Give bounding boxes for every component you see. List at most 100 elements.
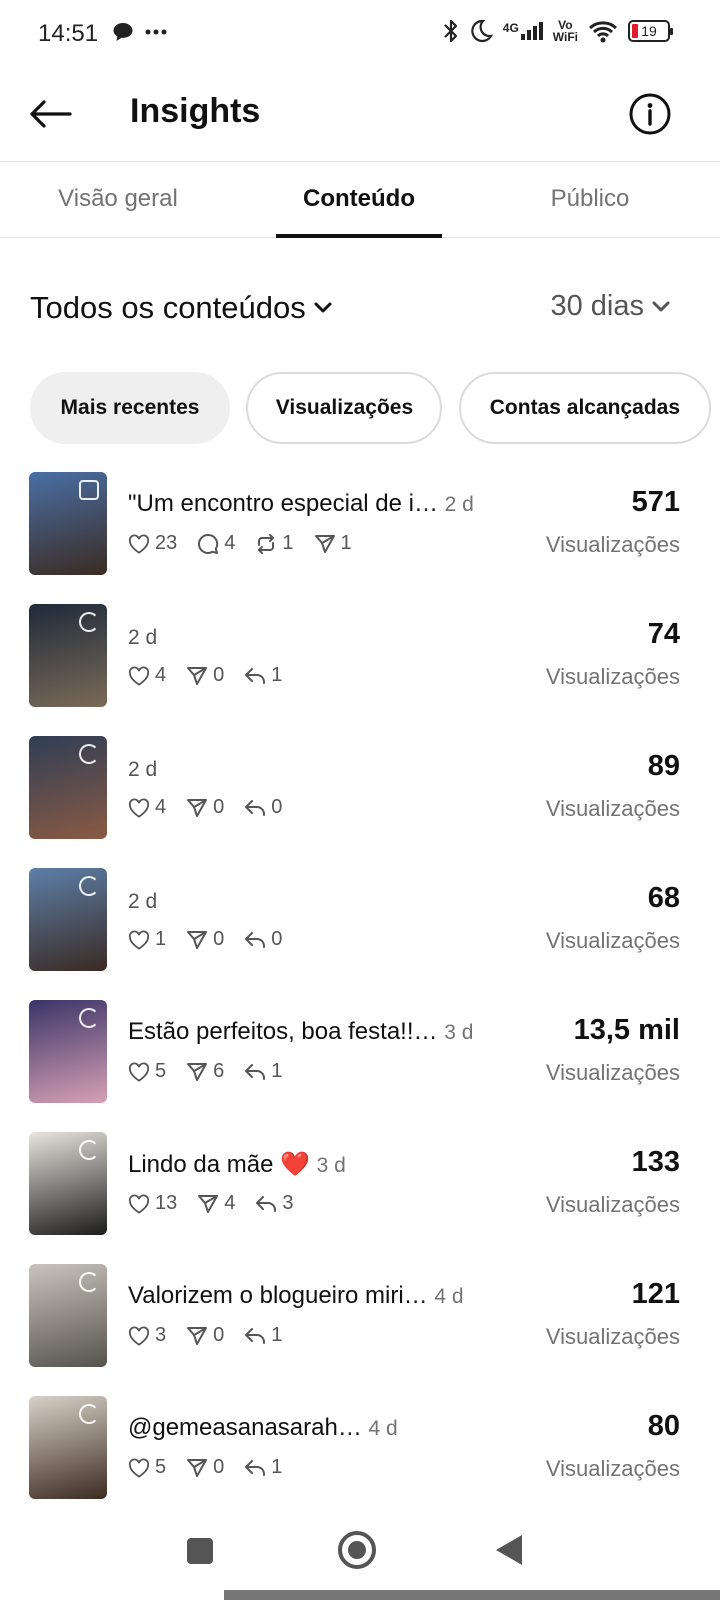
story-ring-icon xyxy=(79,612,99,632)
reply-value: 1 xyxy=(271,664,283,686)
tab-visao-geral[interactable]: Visão geral xyxy=(50,185,186,213)
comment-value: 4 xyxy=(224,532,236,554)
reply-icon xyxy=(245,667,266,684)
heart-value: 5 xyxy=(155,1456,167,1478)
heart-count: 13 xyxy=(128,1192,177,1215)
heart-value: 4 xyxy=(155,664,167,686)
repost-icon xyxy=(258,533,275,554)
comment-icon xyxy=(198,533,219,554)
info-button[interactable] xyxy=(628,92,672,136)
filter-row: Todos os conteúdos 30 dias xyxy=(0,290,720,330)
status-bar: 14:51 4G Vo WiFi 19 xyxy=(0,0,720,66)
signal-icon: 4G xyxy=(503,22,543,40)
post-caption: "Um encontro especial de i… 2 d xyxy=(128,490,474,518)
content-type-dropdown[interactable]: Todos os conteúdos xyxy=(30,290,332,326)
chat-bubble-icon xyxy=(113,23,133,41)
share-icon xyxy=(187,1458,208,1477)
system-back-button[interactable] xyxy=(496,1535,522,1565)
post-age: 2 d xyxy=(128,890,158,913)
post-thumbnail[interactable] xyxy=(29,1132,107,1235)
chevron-down-icon xyxy=(652,301,670,311)
reply-count: 0 xyxy=(244,928,282,951)
share-value: 6 xyxy=(213,1060,225,1082)
share-count: 0 xyxy=(186,796,224,819)
reply-icon xyxy=(245,799,266,816)
post-stats: 4 0 0 xyxy=(128,796,282,819)
content-row[interactable]: 2 d 1 0 0 68 Visualizações xyxy=(0,866,720,998)
post-thumbnail[interactable] xyxy=(29,1396,107,1499)
recent-apps-button[interactable] xyxy=(187,1538,213,1564)
moon-icon xyxy=(471,19,493,43)
content-row[interactable]: 2 d 4 0 1 74 Visualizações xyxy=(0,602,720,734)
story-ring-icon xyxy=(79,1008,99,1028)
post-caption: Valorizem o blogueiro miri… 4 d xyxy=(128,1282,464,1310)
chip-contas-alcancadas[interactable]: Contas alcançadas xyxy=(458,372,711,444)
post-age: 3 d xyxy=(316,1154,346,1177)
post-stats: 4 0 1 xyxy=(128,664,282,687)
post-age: 2 d xyxy=(128,758,158,781)
post-thumbnail[interactable] xyxy=(29,736,107,839)
heart-value: 3 xyxy=(155,1324,167,1346)
post-thumbnail[interactable] xyxy=(29,472,107,575)
content-row[interactable]: Valorizem o blogueiro miri… 4 d 3 0 1 121 Vis… xyxy=(0,1262,720,1394)
post-thumbnail[interactable] xyxy=(29,1264,107,1367)
heart-icon xyxy=(128,797,150,818)
post-age: 2 d xyxy=(444,493,474,516)
post-thumbnail[interactable] xyxy=(29,868,107,971)
post-stats: 5 6 1 xyxy=(128,1060,282,1083)
content-row[interactable]: "Um encontro especial de i… 2 d 23 4 1 1 571 V… xyxy=(0,470,720,602)
share-icon xyxy=(187,1062,208,1081)
heart-icon xyxy=(128,1193,150,1214)
share-count: 4 xyxy=(197,1192,235,1215)
views-label: Visualizações xyxy=(545,1192,680,1217)
chip-visualizacoes[interactable]: Visualizações xyxy=(246,372,443,444)
reply-value: 1 xyxy=(271,1456,283,1478)
post-caption: @gemeasanasarah… 4 d xyxy=(128,1414,398,1442)
content-row[interactable]: 2 d 4 0 0 89 Visualizações xyxy=(0,734,720,866)
heart-icon xyxy=(128,533,150,554)
heart-value: 4 xyxy=(155,796,167,818)
active-tab-indicator xyxy=(276,234,442,238)
heart-value: 13 xyxy=(155,1192,178,1214)
views-value: 133 xyxy=(631,1146,680,1178)
post-thumbnail[interactable] xyxy=(29,604,107,707)
share-icon xyxy=(198,1194,219,1213)
heart-value: 23 xyxy=(155,532,178,554)
home-button[interactable] xyxy=(338,1531,376,1569)
post-age: 3 d xyxy=(444,1021,474,1044)
post-stats: 3 0 1 xyxy=(128,1324,282,1347)
share-count: 1 xyxy=(314,532,352,555)
views-value: 80 xyxy=(647,1410,680,1442)
post-stats: 1 0 0 xyxy=(128,928,282,951)
info-icon xyxy=(629,93,671,135)
status-time: 14:51 xyxy=(38,20,99,47)
share-value: 4 xyxy=(224,1192,236,1214)
heart-count: 5 xyxy=(128,1060,166,1083)
content-row[interactable]: Lindo da mãe ❤️ 3 d 13 4 3 133 Visualizações xyxy=(0,1130,720,1262)
heart-count: 5 xyxy=(128,1456,166,1479)
reply-icon xyxy=(245,1063,266,1080)
caption-text: Estão perfeitos, boa festa!!… xyxy=(128,1018,438,1045)
chevron-down-icon xyxy=(314,302,332,313)
content-row[interactable]: Estão perfeitos, boa festa!!… 3 d 5 6 1 13,5… xyxy=(0,998,720,1130)
share-value: 0 xyxy=(213,1456,225,1478)
share-value: 0 xyxy=(213,928,225,950)
back-button[interactable] xyxy=(26,94,74,134)
post-thumbnail[interactable] xyxy=(29,1000,107,1103)
arrow-left-icon xyxy=(30,100,72,128)
heart-icon xyxy=(128,929,150,950)
views-label: Visualizações xyxy=(545,1456,680,1481)
heart-icon xyxy=(128,1325,150,1346)
views-label: Visualizações xyxy=(545,664,680,689)
share-icon xyxy=(187,1326,208,1345)
reply-count: 1 xyxy=(244,664,282,687)
chip-mais-recentes[interactable]: Mais recentes xyxy=(30,372,230,444)
share-count: 0 xyxy=(186,664,224,687)
story-ring-icon xyxy=(79,876,99,896)
period-dropdown[interactable]: 30 dias xyxy=(550,290,670,323)
battery-icon: 19 xyxy=(628,20,673,42)
tab-conteudo[interactable]: Conteúdo xyxy=(276,185,442,213)
caption-text: @gemeasanasarah… xyxy=(128,1414,362,1441)
tab-publico[interactable]: Público xyxy=(538,185,642,213)
views-value: 121 xyxy=(631,1278,680,1310)
